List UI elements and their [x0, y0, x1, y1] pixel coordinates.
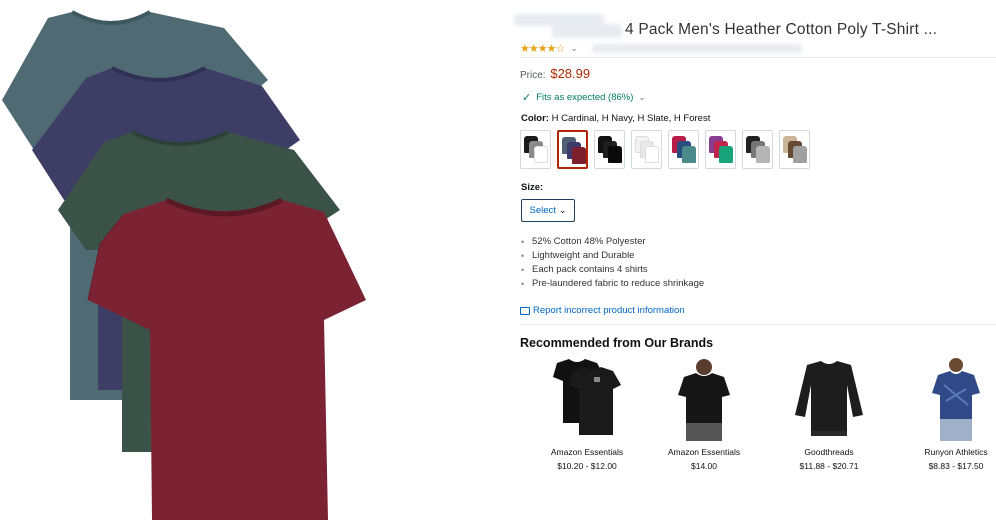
swatch-shirt	[534, 146, 548, 163]
card-brand[interactable]: Goodthreads	[769, 447, 889, 457]
price-label: Price:	[520, 70, 546, 81]
divider	[520, 57, 996, 58]
color-swatch[interactable]	[668, 130, 699, 169]
feature-bullet: 52% Cotton 48% Polyester	[521, 235, 704, 249]
report-link[interactable]: Report incorrect product information	[520, 305, 685, 316]
comment-icon	[520, 306, 530, 315]
rating-row[interactable]: ★★★★☆ ⌄	[520, 41, 802, 55]
divider	[520, 324, 996, 325]
feature-bullet: Lightweight and Durable	[521, 249, 704, 263]
chevron-down-icon[interactable]: ⌄	[638, 92, 646, 103]
price-row: Price: $28.99	[520, 66, 590, 81]
stacked-tshirts-image	[2, 10, 366, 520]
color-swatches	[520, 130, 810, 169]
redacted-ratings-count	[591, 43, 802, 53]
sweater-image[interactable]	[789, 355, 869, 443]
recommended-card[interactable]: Amazon Essentials $10.20 - $12.00	[527, 355, 647, 475]
product-title: 4 Pack Men's Heather Cotton Poly T-Shirt…	[625, 21, 938, 38]
card-price: $10.20 - $12.00	[557, 461, 617, 471]
card-brand[interactable]: Runyon Athletics	[896, 447, 996, 457]
fit-feedback[interactable]: ✓ Fits as expected (86%) ⌄	[522, 91, 646, 104]
feature-bullet: Each pack contains 4 shirts	[521, 263, 704, 277]
size-select-label: Select	[529, 205, 556, 216]
color-swatch[interactable]	[594, 130, 625, 169]
card-brand[interactable]: Amazon Essentials	[644, 447, 764, 457]
size-label: Size:	[521, 182, 544, 193]
athletic-tee-image[interactable]	[916, 355, 996, 443]
check-icon: ✓	[522, 92, 532, 104]
card-brand[interactable]: Amazon Essentials	[527, 447, 647, 457]
color-swatch[interactable]	[631, 130, 662, 169]
chevron-down-icon: ⌄	[558, 205, 567, 215]
swatch-shirt	[645, 146, 659, 163]
swatch-shirt	[682, 146, 696, 163]
price-value: $28.99	[550, 66, 591, 81]
color-row: Color: H Cardinal, H Navy, H Slate, H Fo…	[521, 113, 710, 124]
color-label: Color:	[521, 113, 549, 124]
card-price: $8.83 - $17.50	[928, 461, 984, 471]
tshirt-pair-image[interactable]	[547, 355, 627, 443]
color-value: H Cardinal, H Navy, H Slate, H Forest	[551, 113, 711, 124]
product-main-image[interactable]	[0, 0, 370, 527]
color-swatch[interactable]	[520, 130, 551, 169]
star-rating[interactable]: ★★★★☆	[520, 42, 565, 55]
model-tee-image[interactable]	[664, 355, 744, 443]
size-select[interactable]: Select ⌄	[521, 199, 575, 222]
report-link-text[interactable]: Report incorrect product information	[533, 305, 685, 316]
recommended-card[interactable]: Runyon Athletics $8.83 - $17.50	[896, 355, 996, 475]
recommended-card[interactable]: Amazon Essentials $14.00	[644, 355, 764, 475]
color-swatch[interactable]	[742, 130, 773, 169]
color-swatch[interactable]	[705, 130, 736, 169]
chevron-down-icon[interactable]: ⌄	[570, 43, 578, 54]
color-swatch[interactable]	[779, 130, 810, 169]
product-title-row: 4 Pack Men's Heather Cotton Poly T-Shirt…	[512, 14, 996, 40]
redacted-brand-line	[552, 24, 622, 38]
feature-bullets: 52% Cotton 48% Polyester Lightweight and…	[521, 235, 704, 291]
recommended-title: Recommended from Our Brands	[520, 336, 714, 350]
card-price: $14.00	[691, 461, 717, 471]
swatch-shirt	[572, 147, 586, 164]
card-price: $11.88 - $20.71	[799, 461, 859, 471]
feature-bullet: Pre-laundered fabric to reduce shrinkage	[521, 277, 704, 291]
recommended-card[interactable]: Goodthreads $11.88 - $20.71	[769, 355, 889, 475]
color-swatch[interactable]	[557, 130, 588, 169]
swatch-shirt	[608, 146, 622, 163]
swatch-shirt	[756, 146, 770, 163]
swatch-shirt	[793, 146, 807, 163]
recommended-cards: Amazon Essentials $10.20 - $12.00 Amazon…	[512, 355, 996, 485]
fit-text[interactable]: Fits as expected (86%)	[536, 92, 633, 103]
swatch-shirt	[719, 146, 733, 163]
